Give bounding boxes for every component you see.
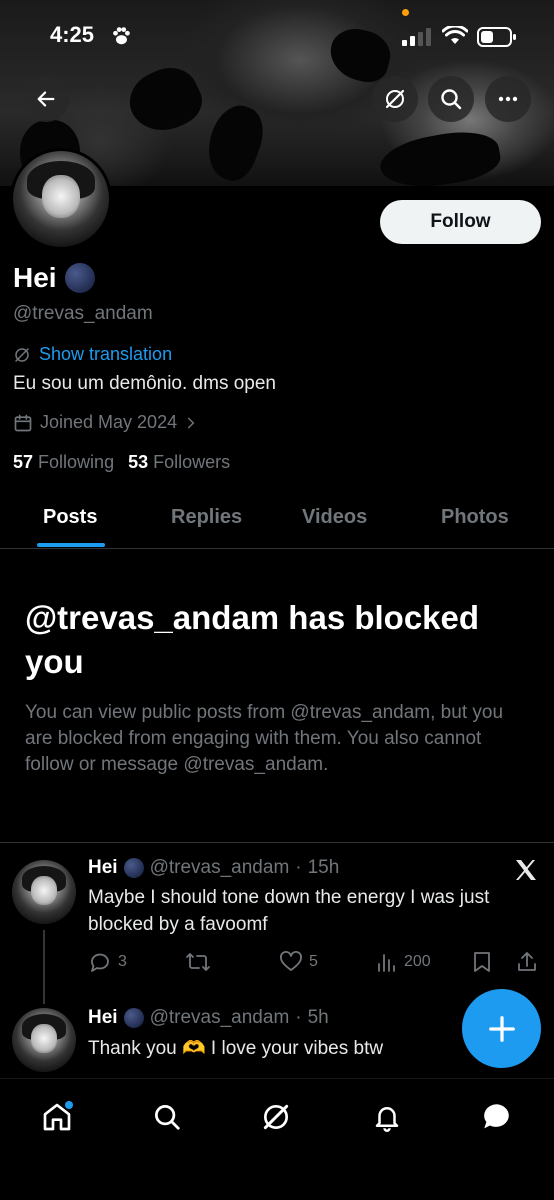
grok-icon bbox=[385, 89, 405, 109]
active-tab-indicator bbox=[37, 543, 105, 547]
views-icon bbox=[378, 954, 395, 972]
following-link[interactable]: 57 Following bbox=[13, 452, 114, 473]
nav-messages[interactable] bbox=[477, 1097, 517, 1137]
repost-icon bbox=[186, 953, 210, 971]
blocked-title: @trevas_andam has blocked you bbox=[25, 599, 480, 680]
nav-grok[interactable] bbox=[256, 1097, 296, 1137]
battery-icon bbox=[477, 27, 516, 47]
more-button[interactable] bbox=[485, 76, 531, 122]
nav-home[interactable] bbox=[37, 1097, 77, 1137]
post-header: Hei @trevas_andam · 5h bbox=[88, 1007, 329, 1029]
post-avatar[interactable] bbox=[12, 1008, 76, 1072]
search-button[interactable] bbox=[428, 76, 474, 122]
calendar-icon bbox=[14, 414, 32, 431]
moon-emoji-icon bbox=[64, 263, 95, 293]
post-author-name[interactable]: Hei bbox=[88, 857, 118, 879]
back-button[interactable] bbox=[23, 76, 69, 122]
views-count: 200 bbox=[404, 953, 431, 970]
post-time: 15h bbox=[307, 857, 340, 878]
like-button[interactable]: 5 bbox=[279, 950, 318, 974]
orange-dot bbox=[402, 9, 409, 16]
post-avatar[interactable] bbox=[12, 860, 76, 924]
followers-link[interactable]: 53 Followers bbox=[128, 452, 230, 473]
tab-posts[interactable]: Posts bbox=[43, 506, 97, 529]
profile-avatar[interactable] bbox=[10, 148, 112, 250]
follow-button[interactable]: Follow bbox=[380, 200, 541, 244]
bottom-navigation bbox=[0, 1078, 554, 1200]
follow-stats: 57 Following 53 Followers bbox=[13, 452, 230, 473]
globe-slash-icon bbox=[15, 347, 29, 362]
following-count: 57 bbox=[13, 452, 34, 472]
reply-count: 3 bbox=[118, 953, 127, 970]
tab-photos[interactable]: Photos bbox=[441, 506, 509, 529]
joined-label: Joined May 2024 bbox=[40, 412, 178, 432]
show-translation-label: Show translation bbox=[39, 344, 173, 364]
reply-icon bbox=[91, 953, 109, 972]
profile-handle: @trevas_andam bbox=[13, 303, 153, 324]
profile-name-row: Hei bbox=[13, 262, 95, 294]
views-button[interactable]: 200 bbox=[376, 950, 431, 974]
compose-button[interactable] bbox=[462, 989, 541, 1068]
x-logo-icon bbox=[516, 860, 536, 880]
post-header: Hei @trevas_andam · 15h bbox=[88, 857, 339, 879]
messages-icon bbox=[484, 1104, 509, 1129]
moon-emoji-icon bbox=[123, 858, 144, 878]
like-count: 5 bbox=[309, 953, 318, 970]
post-author-name[interactable]: Hei bbox=[88, 1007, 118, 1029]
search-icon bbox=[155, 1105, 180, 1130]
arrow-left-icon bbox=[37, 91, 55, 107]
followers-label: Followers bbox=[153, 452, 231, 472]
tab-videos[interactable]: Videos bbox=[302, 506, 367, 529]
followers-count: 53 bbox=[128, 452, 149, 472]
post-text: Thank you 🫶 I love your vibes btw bbox=[88, 1038, 384, 1059]
blocked-description: You can view public posts from @trevas_a… bbox=[25, 702, 504, 775]
repost-button[interactable] bbox=[185, 950, 211, 974]
reply-button[interactable]: 3 bbox=[88, 950, 127, 974]
nav-search[interactable] bbox=[147, 1097, 187, 1137]
bookmark-icon[interactable] bbox=[472, 950, 492, 974]
post-text: Maybe I should tone down the energy I wa… bbox=[88, 887, 490, 935]
bell-icon bbox=[375, 1107, 399, 1132]
wifi-icon bbox=[442, 26, 468, 44]
post-author-handle[interactable]: @trevas_andam bbox=[150, 857, 290, 879]
thread-line bbox=[43, 930, 45, 1004]
profile-tabs: Posts Replies Videos Photos bbox=[0, 490, 554, 549]
signal-icon bbox=[402, 28, 431, 46]
more-horizontal-icon bbox=[498, 96, 518, 102]
moon-emoji-icon bbox=[123, 1008, 144, 1028]
search-icon bbox=[441, 89, 462, 110]
notification-dot bbox=[65, 1101, 73, 1109]
grok-icon bbox=[263, 1104, 289, 1130]
share-icon[interactable] bbox=[515, 950, 539, 974]
status-time: 4:25 bbox=[50, 22, 95, 47]
separator-dot: · bbox=[295, 1007, 302, 1028]
paw-icon bbox=[113, 27, 130, 45]
show-translation-link[interactable]: Show translation bbox=[13, 344, 172, 365]
following-label: Following bbox=[38, 452, 115, 472]
heart-icon bbox=[280, 951, 302, 971]
separator-dot: · bbox=[295, 857, 302, 878]
chevron-right-icon bbox=[188, 417, 195, 428]
post-time: 5h bbox=[307, 1007, 329, 1028]
joined-date[interactable]: Joined May 2024 bbox=[13, 412, 198, 433]
post-author-handle[interactable]: @trevas_andam bbox=[150, 1007, 290, 1029]
divider bbox=[0, 842, 554, 843]
nav-notifications[interactable] bbox=[367, 1097, 407, 1137]
profile-name: Hei bbox=[13, 262, 57, 293]
grok-button[interactable] bbox=[372, 76, 418, 122]
profile-bio: Eu sou um demônio. dms open bbox=[13, 373, 276, 394]
plus-icon bbox=[488, 1015, 515, 1042]
tab-replies[interactable]: Replies bbox=[171, 506, 242, 529]
